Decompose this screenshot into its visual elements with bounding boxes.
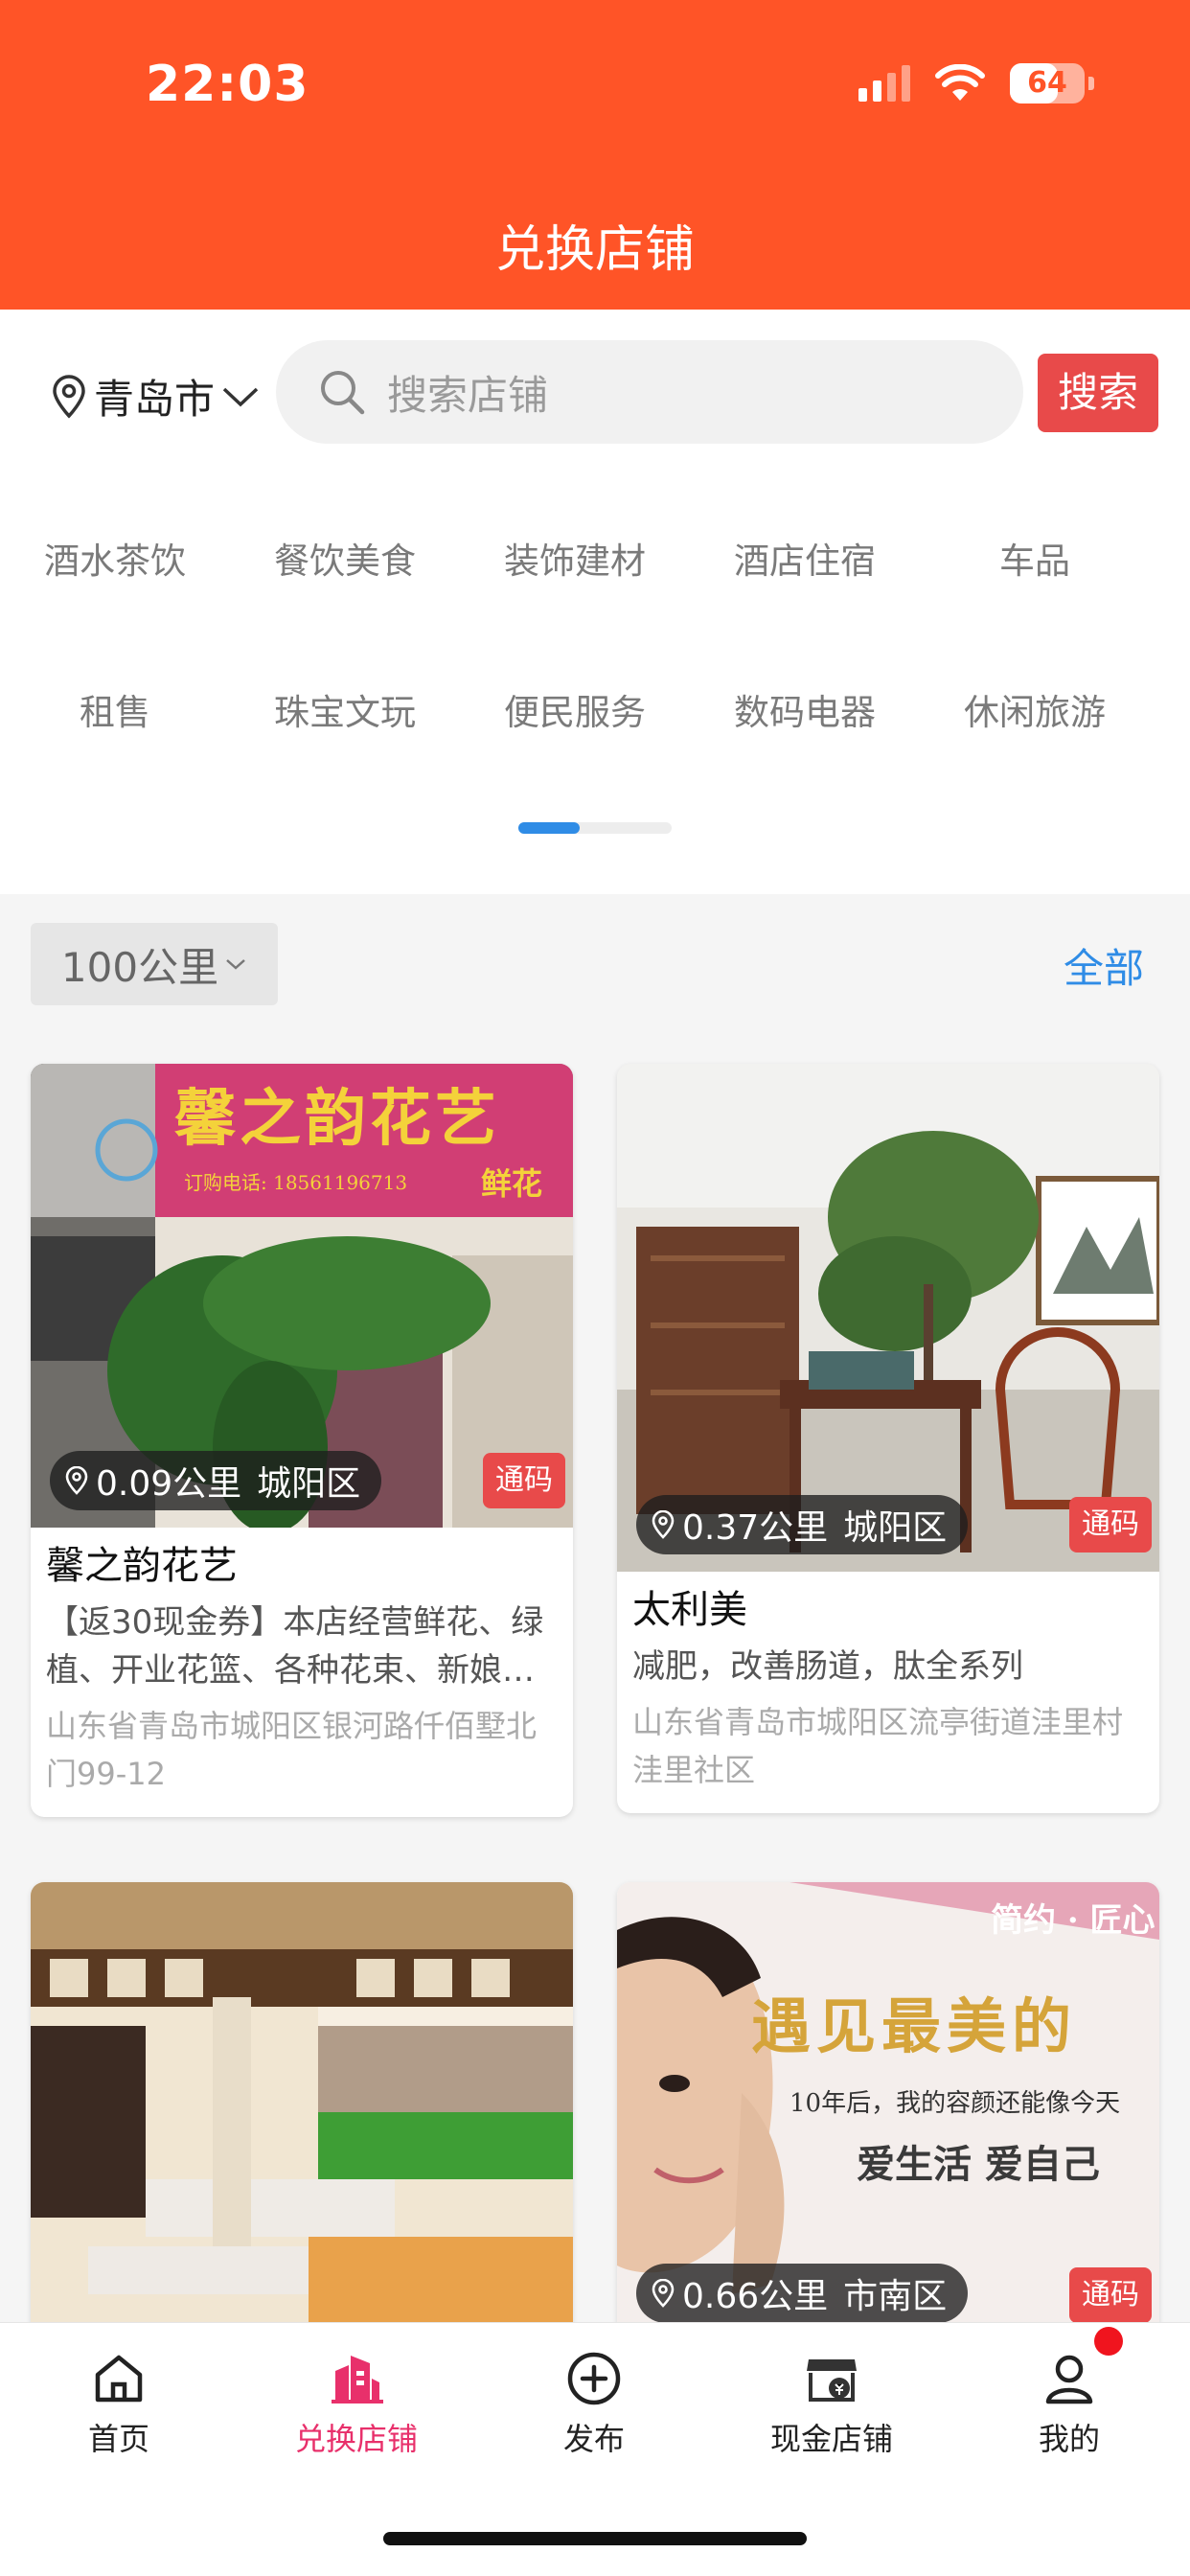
distance-filter-label: 100公里 [60, 943, 219, 991]
page-indicator [518, 822, 672, 834]
search-icon [321, 371, 365, 415]
district-name: 城阳区 [843, 1508, 948, 1548]
search-row: 青岛市 搜索店铺 搜索 [0, 310, 1190, 472]
category-row: 酒水茶饮 餐饮美食 装饰建材 酒店住宿 车品 [0, 532, 1190, 584]
store-card[interactable]: 0.37公里 城阳区 通码 太利美 减肥，改善肠道，肽全系列 山东省青岛市城阳区… [617, 1064, 1159, 1813]
tab-home[interactable]: 首页 [0, 2350, 238, 2459]
tab-label: 首页 [87, 2421, 149, 2457]
tab-label: 我的 [1038, 2421, 1100, 2457]
search-placeholder: 搜索店铺 [387, 371, 549, 419]
store-photo: 0.37公里 城阳区 通码 [617, 1064, 1159, 1572]
store-address: 山东省青岛市城阳区流亭街道洼里村洼里社区 [632, 1704, 1124, 1788]
district-name: 市南区 [843, 2277, 948, 2316]
distance-badge: 0.37公里 城阳区 [636, 1495, 969, 1554]
battery-level: 64 [1027, 66, 1067, 100]
tab-publish[interactable]: 发布 [475, 2350, 713, 2459]
poster-title: 遇见最美的 [751, 1991, 1078, 2061]
cash-store-icon [807, 2359, 857, 2402]
location-pin-icon [652, 2279, 675, 2308]
cellular-signal-icon [858, 65, 910, 102]
store-photo [31, 1882, 573, 2322]
district-name: 城阳区 [257, 1464, 361, 1504]
location-pin-icon [65, 1466, 88, 1495]
distance-value: 0.09公里 [96, 1464, 242, 1504]
page-title: 兑换店铺 [494, 221, 695, 279]
all-link[interactable]: 全部 [1064, 936, 1144, 995]
store-name: 馨之韵花艺 [46, 1544, 238, 1588]
city-name: 青岛市 [94, 376, 216, 423]
category-item[interactable]: 车品 [920, 532, 1150, 584]
store-card[interactable] [31, 1882, 573, 2322]
status-icons: 64 [858, 63, 1094, 104]
store-description: 【返30现金券】本店经营鲜花、绿植、开业花篮、各种花束、新娘… [46, 1603, 544, 1690]
plus-circle-icon [567, 2352, 621, 2405]
tab-exchange-store[interactable]: 兑换店铺 [238, 2350, 475, 2459]
shop-sign-phone: 订购电话: 18561196713 [184, 1171, 408, 1194]
tongma-badge: 通码 [1069, 1497, 1152, 1552]
store-card[interactable]: 馨之韵花艺 订购电话: 18561196713 鲜花 0.09公里 城阳区 通码… [31, 1064, 573, 1817]
store-photo: 简约 · 匠心 遇见最美的 10年后，我的容颜还能像今天 爱生活 爱自己 0.6… [617, 1882, 1159, 2322]
header: 22:03 64 兑换店铺 [0, 0, 1190, 310]
battery-icon: 64 [1010, 63, 1085, 104]
category-item[interactable]: 租售 [0, 683, 230, 735]
tab-label: 兑换店铺 [294, 2421, 418, 2457]
poster-corner-text: 简约 · 匠心 [991, 1901, 1156, 1940]
distance-badge: 0.66公里 市南区 [636, 2264, 969, 2322]
category-item[interactable]: 酒水茶饮 [0, 532, 230, 584]
user-icon [1045, 2355, 1093, 2404]
page-indicator-active [518, 822, 580, 834]
category-item[interactable]: 酒店住宿 [690, 532, 920, 584]
tab-mine[interactable]: 我的 [950, 2350, 1188, 2459]
category-item[interactable]: 餐饮美食 [230, 532, 460, 584]
store-photo: 馨之韵花艺 订购电话: 18561196713 鲜花 0.09公里 城阳区 通码 [31, 1064, 573, 1528]
wifi-icon [935, 64, 985, 101]
category-grid: 酒水茶饮 餐饮美食 装饰建材 酒店住宿 车品 租售 珠宝文玩 便民服务 数码电器… [0, 472, 1190, 894]
status-time: 22:03 [146, 56, 309, 113]
tongma-badge: 通码 [1069, 2267, 1152, 2322]
city-selector[interactable]: 青岛市 [50, 367, 261, 426]
location-pin-icon [652, 1510, 675, 1539]
store-name: 太利美 [632, 1588, 747, 1632]
distance-badge: 0.09公里 城阳区 [50, 1451, 382, 1510]
distance-filter-button[interactable]: 100公里 [31, 923, 278, 1005]
shop-sign-sub: 鲜花 [481, 1165, 543, 1202]
chevron-down-icon [222, 387, 259, 406]
category-item[interactable]: 便民服务 [460, 683, 690, 735]
tab-label: 现金店铺 [769, 2421, 893, 2457]
category-item[interactable]: 数码电器 [690, 683, 920, 735]
store-address: 山东省青岛市城阳区银河路仟佰墅北门99-12 [46, 1708, 538, 1792]
category-item[interactable]: 装饰建材 [460, 532, 690, 584]
tongma-badge: 通码 [483, 1453, 565, 1508]
distance-value: 0.66公里 [682, 2277, 829, 2316]
category-row: 租售 珠宝文玩 便民服务 数码电器 休闲旅游 [0, 683, 1190, 735]
category-item[interactable]: 珠宝文玩 [230, 683, 460, 735]
distance-value: 0.37公里 [682, 1508, 829, 1548]
search-input[interactable]: 搜索店铺 [276, 340, 1023, 444]
location-pin-icon [53, 374, 85, 419]
store-card[interactable]: 简约 · 匠心 遇见最美的 10年后，我的容颜还能像今天 爱生活 爱自己 0.6… [617, 1882, 1159, 2322]
tab-cash-store[interactable]: 现金店铺 [713, 2350, 950, 2459]
tab-label: 发布 [562, 2421, 625, 2457]
search-button[interactable]: 搜索 [1038, 354, 1158, 432]
store-grid: 馨之韵花艺 订购电话: 18561196713 鲜花 0.09公里 城阳区 通码… [0, 1033, 1190, 2322]
filter-bar: 100公里 全部 [0, 894, 1190, 1033]
home-indicator [383, 2532, 807, 2545]
shop-sign-text: 馨之韵花艺 [174, 1083, 500, 1155]
notification-dot [1094, 2327, 1123, 2356]
chevron-down-icon [226, 959, 245, 970]
category-item[interactable]: 休闲旅游 [920, 683, 1150, 735]
poster-line-1: 10年后，我的容颜还能像今天 [790, 2089, 1121, 2118]
store-description: 减肥，改善肠道，肽全系列 [632, 1647, 1023, 1686]
poster-line-2: 爱生活 爱自己 [857, 2142, 1100, 2187]
building-icon [332, 2356, 383, 2404]
home-icon [95, 2355, 143, 2403]
